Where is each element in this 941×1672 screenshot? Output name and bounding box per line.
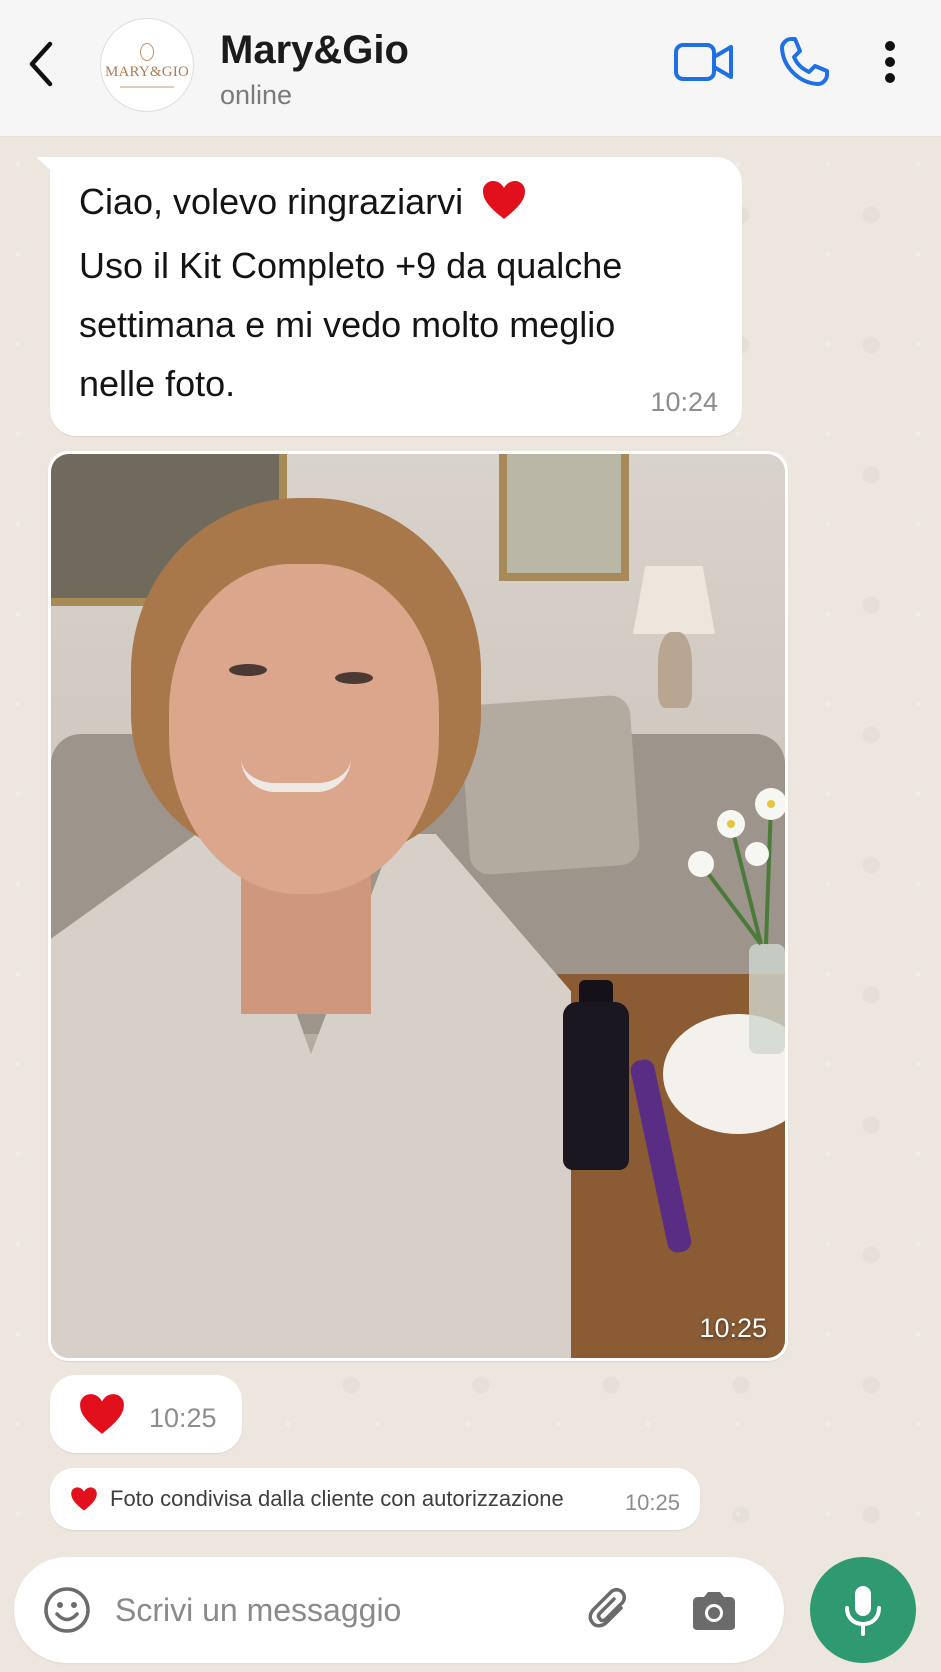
message-time: 10:24 [650, 387, 718, 417]
photo-flowers [688, 788, 785, 1054]
emoji-button[interactable] [41, 1584, 93, 1636]
avatar-logo-rule [120, 85, 174, 88]
message-time: 10:25 [699, 1313, 767, 1343]
more-options-button[interactable] [870, 30, 910, 94]
microphone-button[interactable] [810, 1557, 916, 1663]
photo-lamp-shade [633, 566, 715, 634]
photo-eye [229, 664, 267, 676]
heart-icon [78, 1392, 126, 1441]
back-button[interactable] [18, 36, 64, 92]
photo-face [169, 564, 439, 894]
camera-button[interactable] [686, 1585, 742, 1637]
camera-icon [693, 1592, 735, 1630]
photo-message[interactable]: 10:25 [48, 451, 788, 1361]
note-text: Foto condivisa dalla cliente con autoriz… [110, 1486, 564, 1511]
contact-name[interactable]: Mary&Gio [220, 28, 409, 73]
video-call-button[interactable] [672, 30, 736, 94]
voice-call-button[interactable] [772, 30, 836, 94]
photo-pillow [459, 694, 641, 876]
chat-header: MARY&GIO Mary&Gio online [0, 0, 941, 137]
logo-mark-icon [140, 42, 154, 61]
photo-painting-right [499, 454, 629, 581]
photo-serum-bottle [563, 1002, 629, 1170]
photo-smile [241, 758, 351, 792]
heart-icon [70, 1486, 98, 1517]
message-text: nelle foto. [79, 363, 236, 404]
heart-message[interactable]: 10:25 [50, 1375, 242, 1453]
phone-icon [780, 37, 829, 86]
attach-button[interactable] [584, 1585, 636, 1637]
message-input[interactable] [115, 1586, 535, 1634]
more-vertical-icon [885, 41, 895, 83]
attach-icon [588, 1588, 626, 1628]
incoming-message[interactable]: Ciao, volevo ringraziarvi Uso il Kit Com… [50, 157, 742, 436]
contact-status: online [220, 80, 293, 110]
microphone-icon [845, 1586, 881, 1636]
photo-lamp-base [658, 632, 692, 708]
video-call-icon [674, 43, 733, 81]
message-text: settimana e mi vedo molto meglio [79, 304, 616, 345]
message-time: 10:25 [149, 1403, 217, 1433]
emoji-icon [44, 1587, 90, 1633]
photo-eye [335, 672, 373, 684]
avatar[interactable]: MARY&GIO [100, 18, 194, 112]
avatar-logo-text: MARY&GIO [104, 63, 190, 80]
back-arrow-icon [29, 41, 53, 87]
message-time: 10:25 [624, 1490, 680, 1515]
shared-photo[interactable]: 10:25 [51, 454, 785, 1358]
message-text: Ciao, volevo ringraziarvi [79, 181, 464, 223]
message-text: Uso il Kit Completo +9 da qualche [79, 245, 623, 286]
note-message[interactable]: Foto condivisa dalla cliente con autoriz… [50, 1468, 700, 1530]
message-line: Ciao, volevo ringraziarvi [79, 179, 527, 230]
heart-icon [481, 179, 527, 230]
message-composer [14, 1557, 784, 1663]
